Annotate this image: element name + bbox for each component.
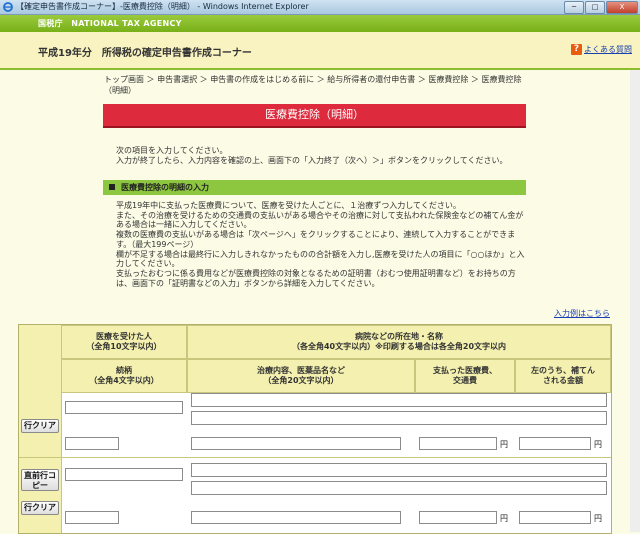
- breadcrumb-item[interactable]: トップ画面: [104, 75, 144, 84]
- yen-unit: 円: [594, 514, 602, 523]
- breadcrumb-separator: ＞: [199, 75, 208, 84]
- section-title: 医療費控除の明細の入力: [121, 183, 209, 192]
- breadcrumb-item[interactable]: 申告書の作成をはじめる前に: [210, 75, 314, 84]
- table-header-spacer: [19, 325, 62, 393]
- relation-input[interactable]: [65, 437, 119, 450]
- instruction-line: 複数の医療費の支払いがある場合は「次ページへ」をクリックすることにより、連続して…: [116, 230, 516, 249]
- row-divider: [19, 457, 611, 458]
- hospital-address-input[interactable]: [191, 463, 607, 477]
- yen-unit: 円: [594, 440, 602, 449]
- window-title: 【確定申告書作成コーナー】-医療費控除（明細） - Windows Intern…: [16, 2, 309, 11]
- hospital-name-input[interactable]: [191, 481, 607, 495]
- header-reimbursed: 左のうち、補てん される金額: [515, 359, 611, 393]
- faq-link[interactable]: よくある質問: [584, 44, 632, 55]
- ie-icon: [3, 2, 13, 12]
- header-treatment: 治療内容、医薬品名など （全角20文字以内）: [187, 359, 415, 393]
- row-clear-button[interactable]: 行クリア: [21, 419, 59, 433]
- hospital-name-input[interactable]: [191, 411, 607, 425]
- row-clear-button[interactable]: 行クリア: [21, 501, 59, 515]
- header-hospital: 病院などの所在地・名称 （各全角40文字以内）※印刷する場合は各全角20文字以内: [187, 325, 611, 359]
- instruction-line: 欄が不足する場合は最終行に入力しきれなかったものの合計額を入力し,医療を受けた人…: [116, 249, 525, 269]
- section-heading: 医療費控除（明細）: [103, 104, 526, 128]
- breadcrumb-separator: ＞: [146, 75, 155, 84]
- breadcrumb-item[interactable]: 申告書選択: [157, 75, 197, 84]
- medical-expense-table: 医療を受けた人 （全角10文字以内） 病院などの所在地・名称 （各全角40文字以内）…: [18, 324, 612, 534]
- intro-text: 次の項目を入力してください。 入力が終了したら、入力内容を確認の上、画面下の「入…: [116, 146, 524, 166]
- agency-bar: 国税庁 NATIONAL TAX AGENCY: [0, 15, 640, 32]
- window-titlebar: 【確定申告書作成コーナー】-医療費控除（明細） - Windows Intern…: [0, 0, 640, 15]
- header-divider: [0, 68, 640, 70]
- yen-unit: 円: [500, 440, 508, 449]
- patient-name-input[interactable]: [65, 401, 183, 414]
- breadcrumb: トップ画面 ＞ 申告書選択 ＞ 申告書の作成をはじめる前に ＞ 給与所得者の還付…: [104, 74, 524, 96]
- header-band: 平成19年分 所得税の確定申告書作成コーナー ? よくある質問: [0, 32, 640, 68]
- help-link-group[interactable]: ? よくある質問: [571, 44, 632, 55]
- yen-unit: 円: [500, 514, 508, 523]
- minimize-button[interactable]: ─: [564, 1, 584, 14]
- square-bullet-icon: [109, 184, 115, 190]
- paid-amount-input[interactable]: [419, 511, 497, 524]
- page-title: 平成19年分 所得税の確定申告書作成コーナー: [38, 48, 252, 59]
- patient-name-input[interactable]: [65, 468, 183, 481]
- maximize-button[interactable]: □: [585, 1, 605, 14]
- instruction-line: 支払ったおむつに係る費用などが医療費控除の対象となるための証明書（おむつ使用証明…: [116, 268, 516, 288]
- treatment-input[interactable]: [191, 511, 401, 524]
- relation-input[interactable]: [65, 511, 119, 524]
- question-icon: ?: [571, 44, 582, 55]
- intro-line: 次の項目を入力してください。: [116, 146, 228, 155]
- instructions: 平成19年中に支払った医療費について、医療を受けた人ごとに、１治療ずつ入力してく…: [116, 201, 526, 288]
- reimbursed-amount-input[interactable]: [519, 511, 591, 524]
- copy-previous-row-button[interactable]: 直前行コピー: [21, 469, 59, 491]
- close-button[interactable]: X: [606, 1, 638, 14]
- treatment-input[interactable]: [191, 437, 401, 450]
- example-link[interactable]: 入力例はこちら: [554, 308, 610, 319]
- hospital-address-input[interactable]: [191, 393, 607, 407]
- breadcrumb-separator: ＞: [417, 75, 426, 84]
- breadcrumb-item[interactable]: 給与所得者の還付申告書: [327, 75, 415, 84]
- page-scrollbar[interactable]: [630, 70, 640, 532]
- header-patient: 医療を受けた人 （全角10文字以内）: [61, 325, 187, 359]
- breadcrumb-item[interactable]: 医療費控除: [428, 75, 468, 84]
- agency-label: 国税庁 NATIONAL TAX AGENCY: [38, 19, 182, 28]
- header-relation: 続柄 （全角4文字以内）: [61, 359, 187, 393]
- instruction-line: また、その治療を受けるための交通費の支払いがある場合やその治療に対して支払われた…: [116, 210, 524, 230]
- section-bar: 医療費控除の明細の入力: [103, 180, 526, 195]
- intro-line: 入力が終了したら、入力内容を確認の上、画面下の「入力終了（次へ）＞」ボタンをクリ…: [116, 156, 508, 165]
- instruction-line: 平成19年中に支払った医療費について、医療を受けた人ごとに、１治療ずつ入力してく…: [116, 201, 461, 210]
- header-paid: 支払った医療費、 交通費: [415, 359, 515, 393]
- breadcrumb-separator: ＞: [470, 75, 479, 84]
- reimbursed-amount-input[interactable]: [519, 437, 591, 450]
- breadcrumb-separator: ＞: [316, 75, 325, 84]
- paid-amount-input[interactable]: [419, 437, 497, 450]
